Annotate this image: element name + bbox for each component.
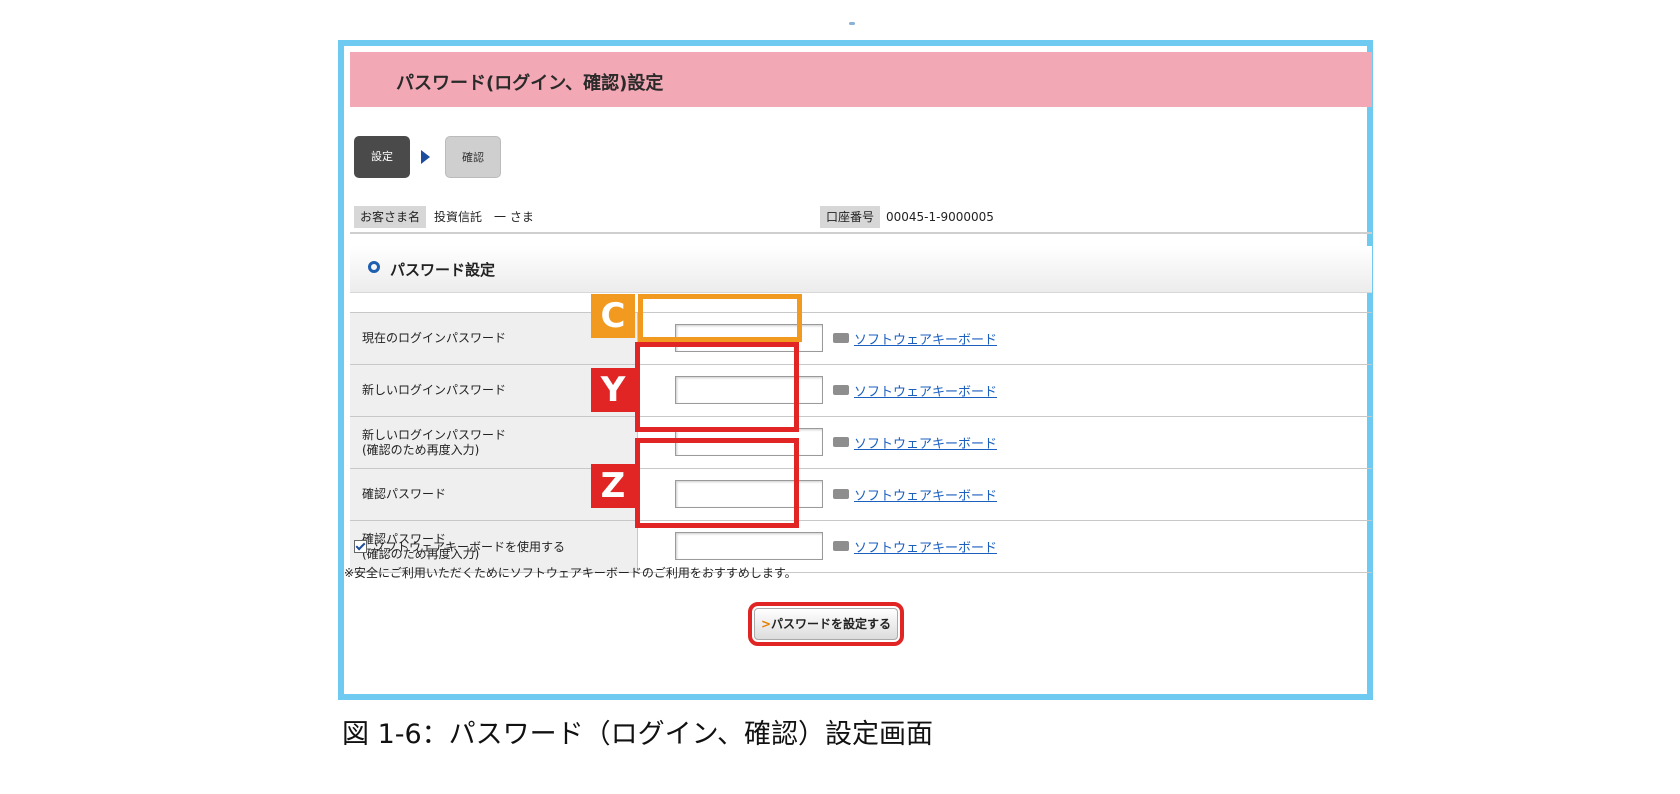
software-keyboard-link[interactable]: ソフトウェアキーボード: [854, 433, 997, 452]
form-row-new-password-confirm: 新しいログインパスワード (確認のため再度入力) ソフトウェアキーボード: [350, 417, 1372, 469]
row-label: 新しいログインパスワード (確認のため再度入力): [350, 417, 638, 468]
row-label-line1: 現在のログインパスワード: [362, 331, 507, 345]
row-label-line1: 新しいログインパスワード: [362, 427, 507, 442]
annotation-tag-y: Y: [591, 368, 635, 412]
confirm-password-repeat-input[interactable]: [675, 532, 823, 560]
title-bar: パスワード(ログイン、確認)設定: [350, 52, 1372, 107]
software-keyboard-link[interactable]: ソフトウェアキーボード: [854, 485, 997, 504]
account-number-value: 00045-1-9000005: [886, 210, 994, 224]
software-keyboard-link[interactable]: ソフトウェアキーボード: [854, 537, 997, 556]
security-note: ※安全にご利用いただくためにソフトウェアキーボードのご利用をおすすめします。: [344, 566, 797, 580]
keyboard-icon[interactable]: [833, 333, 849, 343]
checkbox-checked-icon[interactable]: [354, 540, 367, 553]
step-next: 確認: [445, 136, 501, 178]
checkbox-label: ソフトウェアキーボードを使用する: [373, 540, 566, 554]
section-header: パスワード設定: [350, 246, 1372, 293]
row-label-line1: 新しいログインパスワード: [362, 383, 507, 397]
customer-name-label: お客さま名: [354, 206, 427, 228]
screenshot-frame: パスワード(ログイン、確認)設定 設定 確認 お客さま名 投資信託 一 さま 口…: [338, 40, 1373, 700]
password-form-table: 現在のログインパスワード ソフトウェアキーボード 新しいログインパスワード ソフ…: [350, 312, 1372, 573]
keyboard-icon[interactable]: [833, 385, 849, 395]
arrow-icon: >: [760, 617, 772, 631]
form-row-new-password: 新しいログインパスワード ソフトウェアキーボード: [350, 365, 1372, 417]
set-password-button[interactable]: >パスワードを設定する: [754, 608, 898, 640]
annotation-box-z: [635, 438, 799, 528]
set-password-button-label: パスワードを設定する: [771, 617, 892, 631]
account-number-label: 口座番号: [820, 206, 881, 228]
top-dot: [849, 22, 855, 25]
form-row-confirm-password: 確認パスワード ソフトウェアキーボード: [350, 469, 1372, 521]
keyboard-icon[interactable]: [833, 541, 849, 551]
annotation-tag-z: Z: [591, 464, 635, 508]
customer-info-row: お客さま名 投資信託 一 さま 口座番号 00045-1-9000005: [350, 202, 1372, 234]
software-keyboard-link[interactable]: ソフトウェアキーボード: [854, 329, 997, 348]
customer-name-value: 投資信託 一 さま: [434, 210, 534, 224]
annotation-box-y: [635, 342, 799, 432]
step-arrow-icon: [421, 150, 430, 164]
row-label-line1: 確認パスワード: [362, 487, 447, 501]
keyboard-icon[interactable]: [833, 437, 849, 447]
figure-caption: 図 1-6：パスワード（ログイン、確認）設定画面: [342, 719, 934, 750]
page-title: パスワード(ログイン、確認)設定: [396, 73, 664, 94]
row-label-line2: (確認のため再度入力): [362, 442, 480, 457]
software-keyboard-checkbox-row[interactable]: ソフトウェアキーボードを使用する: [354, 538, 565, 555]
annotation-box-c: [638, 294, 802, 342]
software-keyboard-link[interactable]: ソフトウェアキーボード: [854, 381, 997, 400]
form-row-current-password: 現在のログインパスワード ソフトウェアキーボード: [350, 313, 1372, 365]
circle-icon: [368, 261, 380, 273]
section-title: パスワード設定: [390, 261, 496, 279]
step-current: 設定: [354, 136, 410, 178]
annotation-tag-c: C: [591, 294, 635, 338]
keyboard-icon[interactable]: [833, 489, 849, 499]
